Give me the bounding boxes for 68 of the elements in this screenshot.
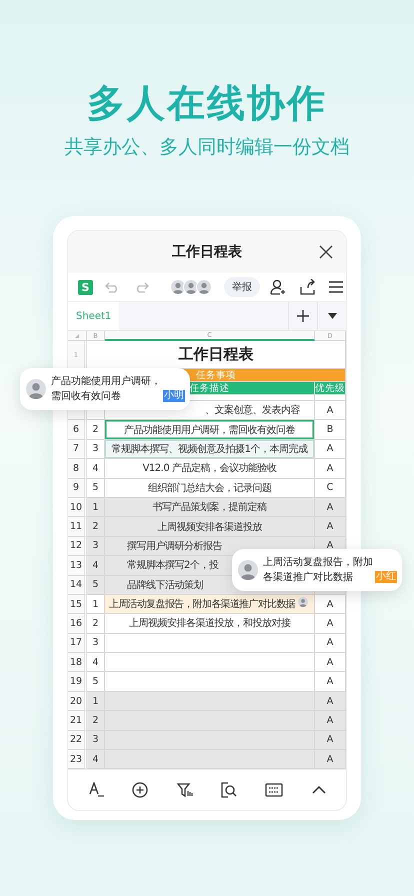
table-cell: A [315, 692, 346, 712]
row-number: 20 [68, 692, 87, 712]
table-cell: 4 [87, 653, 105, 672]
table-cell: 1 [87, 692, 105, 712]
table-cell: A [315, 459, 346, 479]
table-cell: 上周视频安排各渠道投放 [105, 517, 315, 537]
table-cell: 上周活动复盘报告，附加各渠道推广对比数据 [109, 597, 296, 612]
subheadline: 共享办公、多人同时编辑一份文档 [64, 135, 350, 160]
table-cell: 1 [87, 594, 105, 614]
table-cell: C [315, 478, 346, 498]
table-cell: 3 [87, 730, 105, 750]
row-number: 21 [68, 711, 87, 731]
table-cell: 2 [87, 711, 105, 731]
table-cell: 5 [87, 576, 105, 595]
row-number: 9 [68, 478, 87, 498]
table-cell: A [315, 614, 346, 634]
table-cell: A [315, 594, 346, 614]
table-cell: A [315, 730, 346, 750]
name-tag: 小明 [163, 390, 185, 402]
table-cell: A [315, 634, 346, 654]
table-cell: 4 [87, 556, 105, 576]
table-cell: A [315, 672, 346, 692]
row-number: 14 [68, 576, 87, 595]
table-cell: A [315, 440, 346, 460]
row-number: 8 [68, 459, 87, 479]
table-cell: 3 [87, 634, 105, 654]
table-cell: 5 [87, 478, 105, 498]
report-button[interactable]: 举报 [224, 277, 260, 297]
row-number: 16 [68, 614, 87, 634]
table-cell: 4 [87, 459, 105, 479]
table-cell: 产品功能使用用户调研，需回收有效问卷 [105, 420, 315, 440]
table-cell: A [315, 750, 346, 770]
table-cell: 5 [87, 672, 105, 692]
name-tag: 小红 [375, 571, 397, 583]
row-number: 6 [68, 420, 87, 440]
row-number: 12 [68, 536, 87, 556]
row-number: 13 [68, 556, 87, 576]
row-number: 11 [68, 517, 87, 537]
row-number: 17 [68, 634, 87, 654]
table-cell: 2 [87, 420, 105, 440]
table-cell: 3 [87, 536, 105, 556]
table-cell: A [315, 401, 346, 420]
app-logo: S [78, 280, 93, 294]
row-number: 18 [68, 653, 87, 672]
window-title: 工作日程表 [172, 243, 242, 261]
headline: 多人在线协作 [86, 80, 328, 126]
table-cell: A [315, 711, 346, 731]
row-number: 10 [68, 498, 87, 518]
table-cell: 2 [87, 517, 105, 537]
table-cell: 上周视频安排各渠道投放，和投放对接 [105, 614, 315, 634]
table-cell: 4 [87, 750, 105, 770]
table-cell: A [315, 498, 346, 518]
table-cell: V12.0 产品定稿，会议功能验收 [105, 459, 315, 479]
row-number: 7 [68, 440, 87, 460]
table-cell: 组织部门总结大会，记录问题 [105, 478, 315, 498]
table-cell: B [315, 420, 346, 440]
row-number: 15 [68, 594, 87, 614]
row-number: 19 [68, 672, 87, 692]
row-number: 23 [68, 750, 87, 770]
column-heading: 优先级 [315, 382, 346, 395]
table-cell: 常规脚本撰写、视频创意及拍摄1个，本周完成 [105, 440, 315, 460]
table-cell: 1 [87, 498, 105, 518]
table-cell: A [315, 517, 346, 537]
table-cell: 书写产品策划案，提前定稿 [105, 498, 315, 518]
table-cell: 2 [87, 614, 105, 634]
table-cell: 3 [87, 440, 105, 460]
table-cell: A [315, 653, 346, 672]
row-number: 22 [68, 730, 87, 750]
